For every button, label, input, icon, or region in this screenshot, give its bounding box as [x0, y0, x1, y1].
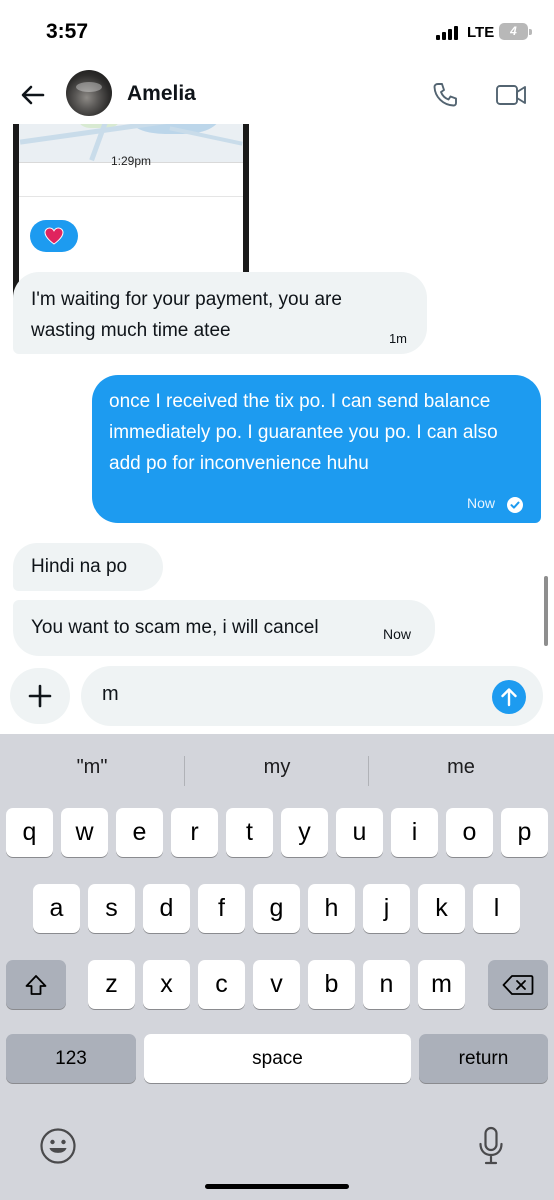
key-u[interactable]: u [336, 808, 383, 857]
battery-icon: 4 [499, 23, 528, 40]
message-text: once I received the tix po. I can send b… [109, 391, 498, 474]
network-type: LTE [467, 24, 495, 41]
phone-call-icon[interactable] [430, 80, 460, 110]
key-w[interactable]: w [61, 808, 108, 857]
return-key[interactable]: return [419, 1034, 548, 1083]
message-time: Now [466, 495, 495, 511]
message-time: 1m [388, 331, 407, 346]
status-bar: 3:57 LTE 4 [0, 0, 554, 66]
arrow-up-icon [501, 688, 517, 707]
numbers-key[interactable]: 123 [6, 1034, 136, 1083]
status-time: 3:57 [46, 20, 89, 43]
keyboard: "m" my me q w e r t y u i o p a s d f g … [0, 734, 554, 1200]
key-b[interactable]: b [308, 960, 355, 1009]
key-o[interactable]: o [446, 808, 493, 857]
contact-name[interactable]: Amelia [127, 82, 196, 106]
shift-icon [25, 974, 47, 995]
key-k[interactable]: k [418, 884, 465, 933]
heart-icon [44, 227, 64, 245]
microphone-icon[interactable] [478, 1126, 504, 1166]
key-q[interactable]: q [6, 808, 53, 857]
suggestion-item[interactable]: me [369, 756, 553, 779]
plus-icon [28, 684, 52, 708]
suggestion-bar: "m" my me [0, 734, 554, 804]
shift-key[interactable] [6, 960, 66, 1009]
incoming-message[interactable]: Hindi na po [13, 543, 163, 591]
key-x[interactable]: x [143, 960, 190, 1009]
key-i[interactable]: i [391, 808, 438, 857]
home-indicator [205, 1184, 349, 1189]
key-m[interactable]: m [418, 960, 465, 1009]
back-arrow-icon[interactable] [18, 80, 48, 110]
avatar[interactable] [66, 70, 112, 116]
conversation-header: Amelia [0, 66, 554, 124]
key-n[interactable]: n [363, 960, 410, 1009]
message-input[interactable] [102, 683, 482, 706]
key-v[interactable]: v [253, 960, 300, 1009]
signal-icon [436, 26, 462, 40]
key-h[interactable]: h [308, 884, 355, 933]
key-s[interactable]: s [88, 884, 135, 933]
incoming-message[interactable]: You want to scam me, i will cancel Now [13, 600, 435, 656]
add-attachment-button[interactable] [10, 668, 70, 724]
battery-tip [529, 29, 532, 35]
key-g[interactable]: g [253, 884, 300, 933]
divider [19, 196, 243, 197]
key-z[interactable]: z [88, 960, 135, 1009]
message-composer [0, 660, 554, 732]
incoming-message[interactable]: I'm waiting for your payment, you are wa… [13, 272, 427, 354]
heart-reaction[interactable] [30, 220, 78, 252]
message-text: I'm waiting for your payment, you are wa… [31, 289, 342, 341]
backspace-key[interactable] [488, 960, 548, 1009]
image-time: 1:29pm [110, 154, 152, 168]
key-d[interactable]: d [143, 884, 190, 933]
emoji-icon[interactable] [39, 1127, 77, 1165]
message-time: Now [383, 626, 412, 642]
seen-check-icon [507, 497, 523, 513]
video-call-icon[interactable] [494, 80, 528, 110]
delete-icon [502, 974, 534, 995]
key-c[interactable]: c [198, 960, 245, 1009]
key-f[interactable]: f [198, 884, 245, 933]
key-r[interactable]: r [171, 808, 218, 857]
key-t[interactable]: t [226, 808, 273, 857]
message-text: You want to scam me, i will cancel [31, 617, 319, 638]
outgoing-message[interactable]: once I received the tix po. I can send b… [92, 375, 541, 523]
suggestion-item[interactable]: my [185, 756, 369, 779]
message-text: Hindi na po [31, 556, 128, 577]
message-thread[interactable]: 1:29pm I'm waiting for your payment, you… [0, 124, 554, 660]
suggestion-item[interactable]: "m" [0, 756, 184, 779]
key-l[interactable]: l [473, 884, 520, 933]
message-input-box[interactable] [81, 666, 543, 726]
key-a[interactable]: a [33, 884, 80, 933]
battery-level: 4 [510, 24, 517, 38]
key-j[interactable]: j [363, 884, 410, 933]
key-p[interactable]: p [501, 808, 548, 857]
key-y[interactable]: y [281, 808, 328, 857]
scrollbar[interactable] [544, 576, 548, 646]
space-key[interactable]: space [144, 1034, 411, 1083]
send-button[interactable] [492, 680, 526, 714]
key-e[interactable]: e [116, 808, 163, 857]
